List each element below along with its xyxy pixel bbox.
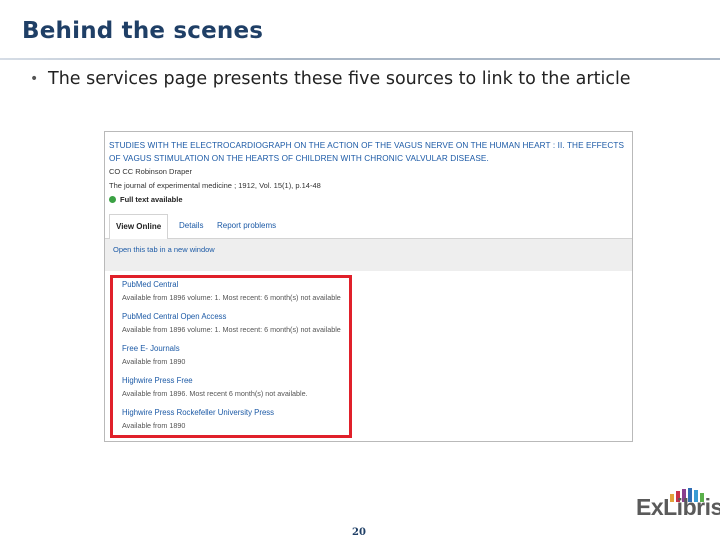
tab-bar: View Online Details Report problems xyxy=(105,214,632,240)
record-title[interactable]: STUDIES WITH THE ELECTROCARDIOGRAPH ON T… xyxy=(109,139,624,165)
tab-view-online[interactable]: View Online xyxy=(109,214,169,240)
record-author: CO CC Robinson Draper xyxy=(109,167,192,176)
exlibris-logo: ExLibris xyxy=(636,488,720,524)
availability-dot-icon xyxy=(109,196,116,203)
logo-text: ExLibris xyxy=(636,494,720,520)
tab-details[interactable]: Details xyxy=(173,214,209,238)
tab-report-problems[interactable]: Report problems xyxy=(211,214,282,238)
availability-row: Full text available xyxy=(109,195,183,204)
services-highlight-box xyxy=(110,275,352,438)
page-number: 20 xyxy=(352,527,366,538)
open-in-new-window-link[interactable]: Open this tab in a new window xyxy=(113,245,215,254)
slide-title: Behind the scenes xyxy=(22,18,264,44)
availability-status: Full text available xyxy=(120,195,183,204)
title-divider xyxy=(0,58,720,60)
bullet-marker: • xyxy=(30,71,39,87)
record-source: The journal of experimental medicine ; 1… xyxy=(109,181,321,190)
tab-panel-header: Open this tab in a new window xyxy=(105,239,632,271)
bullet-row: • The services page presents these five … xyxy=(30,68,690,90)
bullet-text: The services page presents these five so… xyxy=(48,69,631,89)
